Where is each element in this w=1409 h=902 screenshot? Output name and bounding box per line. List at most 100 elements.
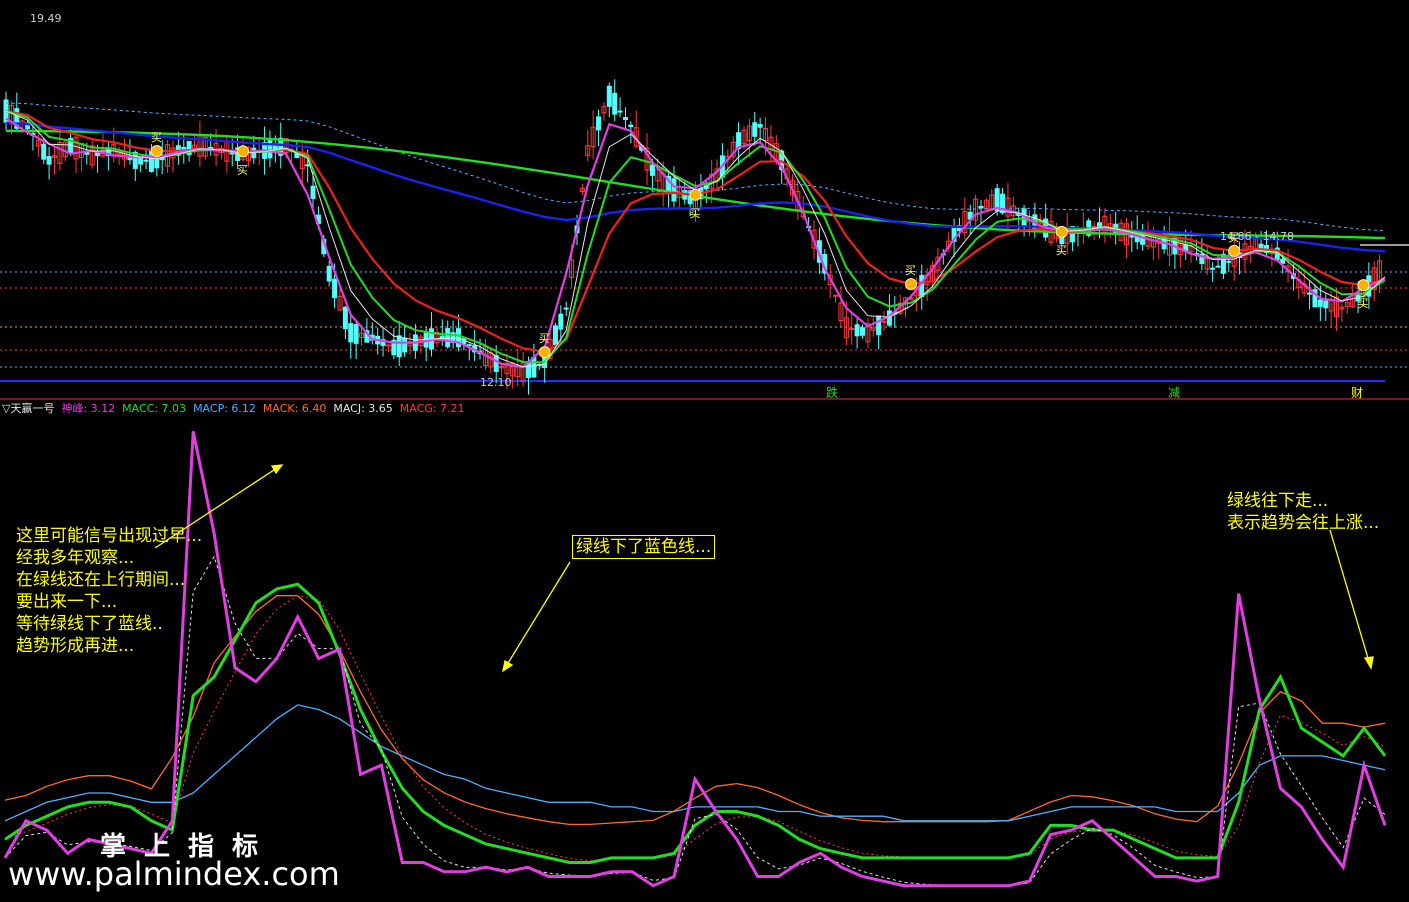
candle-body bbox=[1210, 267, 1216, 270]
candle-body bbox=[46, 156, 52, 165]
price-panel: 买买买买买买买买 跌减财 19.49 12.10 14.86 - 14.78 bbox=[0, 12, 1409, 400]
watermark-url: www.palmindex.com bbox=[8, 855, 340, 893]
indicator-legend: ▽天赢一号 神峰: 3.12 MACC: 7.03 MACP: 6.12 MACK: 6… bbox=[2, 401, 472, 417]
annotation-arrows bbox=[154, 464, 1374, 673]
event-labels: 跌减财 bbox=[826, 385, 1363, 400]
candle-body bbox=[612, 92, 618, 115]
legend-macj: MACJ: 3.65 bbox=[333, 402, 393, 415]
candle-body bbox=[342, 306, 348, 330]
candle-body bbox=[1226, 260, 1232, 263]
legend-macp: MACP: 6.12 bbox=[193, 402, 256, 415]
arrow-right bbox=[1329, 529, 1371, 666]
legend-macc: MACC: 7.03 bbox=[122, 402, 187, 415]
buy-label: 买 bbox=[237, 163, 248, 176]
buy-signal-dot bbox=[150, 145, 163, 158]
candle-body bbox=[617, 110, 623, 113]
buy-signal-dot bbox=[237, 145, 250, 158]
buy-signal-dot bbox=[1357, 279, 1370, 292]
buy-label: 买 bbox=[690, 207, 701, 220]
right-annotation: 绿线往下走... 表示趋势会往上涨... bbox=[1227, 490, 1379, 534]
candle-body bbox=[305, 164, 311, 167]
low-price-label: 12.10 bbox=[480, 376, 512, 389]
candle-body bbox=[649, 164, 655, 176]
candle-body bbox=[332, 278, 338, 299]
candle-body bbox=[622, 117, 628, 120]
macg-line bbox=[4, 594, 1386, 862]
candle-body bbox=[1215, 265, 1221, 268]
chart-canvas: 买买买买买买买买 跌减财 19.49 12.10 14.86 - 14.78 bbox=[0, 12, 1409, 888]
legend-title: ▽天赢一号 bbox=[2, 402, 55, 415]
candle-body bbox=[396, 335, 402, 358]
candle-body bbox=[757, 124, 763, 128]
candle-body bbox=[833, 294, 839, 297]
candle-body bbox=[385, 344, 391, 347]
left-note-line: 这里可能信号出现过早... bbox=[16, 526, 203, 546]
candle-body bbox=[143, 159, 149, 162]
candle-body bbox=[445, 328, 451, 348]
candle-body bbox=[881, 320, 887, 323]
candle-body bbox=[402, 337, 408, 353]
candle-body bbox=[1258, 243, 1264, 250]
range-label: 14.86 - 14.78 bbox=[1220, 230, 1294, 243]
candle-body bbox=[466, 344, 472, 347]
event-label: 减 bbox=[1168, 386, 1180, 400]
event-label: 跌 bbox=[826, 385, 838, 400]
price-grid bbox=[0, 244, 1409, 382]
candle-body bbox=[531, 356, 537, 378]
buy-label: 买 bbox=[1357, 297, 1368, 310]
candle-body bbox=[310, 185, 316, 199]
arrowhead-left bbox=[270, 464, 284, 475]
candle-body bbox=[558, 313, 564, 330]
shenfeng-line bbox=[3, 430, 1387, 888]
candle-body bbox=[628, 124, 634, 128]
right-note-line: 表示趋势会往上涨... bbox=[1227, 513, 1380, 533]
buy-signal-dot bbox=[1228, 244, 1241, 257]
buy-signal-dot bbox=[1055, 225, 1068, 238]
candle-body bbox=[41, 143, 47, 160]
mack-line bbox=[4, 595, 1386, 826]
buy-label: 买 bbox=[151, 131, 162, 144]
high-price-label: 19.49 bbox=[30, 12, 62, 25]
candle-body bbox=[552, 325, 558, 346]
legend-mack: MACK: 6.40 bbox=[262, 402, 327, 415]
buy-label: 买 bbox=[539, 332, 550, 345]
left-annotation: 这里可能信号出现过早... 经我多年观察... 在绿线还在上行期间... 要出来… bbox=[16, 525, 202, 657]
legend-macg: MACG: 7.21 bbox=[399, 402, 465, 415]
candle-body bbox=[1317, 299, 1323, 307]
macp-line bbox=[4, 704, 1386, 822]
candle-body bbox=[326, 265, 332, 282]
arrow-middle bbox=[504, 561, 571, 669]
candle-body bbox=[596, 116, 602, 131]
candle-body bbox=[353, 324, 359, 344]
right-note-line: 绿线往下走... bbox=[1227, 491, 1329, 511]
candle-body bbox=[348, 323, 354, 343]
candle-body bbox=[493, 355, 499, 372]
candle-body bbox=[854, 324, 860, 337]
legend-shenfeng: 神峰: 3.12 bbox=[61, 402, 116, 415]
left-note-line: 要出来一下... bbox=[16, 592, 118, 612]
candle-body bbox=[876, 315, 882, 336]
candle-body bbox=[563, 307, 569, 310]
indicator-panel bbox=[3, 430, 1387, 888]
buy-label: 买 bbox=[905, 264, 916, 277]
buy-signal-dot bbox=[904, 278, 917, 291]
buy-label: 买 bbox=[1056, 244, 1067, 257]
candle-body bbox=[752, 122, 758, 137]
buy-signal-dot bbox=[538, 346, 551, 359]
buy-signal-dot bbox=[689, 188, 702, 201]
left-note-line: 趋势形成再进... bbox=[16, 636, 135, 656]
macc-line bbox=[4, 582, 1387, 864]
candle-body bbox=[1307, 292, 1313, 295]
left-note-line: 经我多年观察... bbox=[16, 548, 135, 568]
candle-body bbox=[606, 85, 612, 107]
candle-body bbox=[978, 205, 984, 209]
candle-body bbox=[671, 178, 677, 202]
candle-body bbox=[859, 327, 865, 336]
event-label: 财 bbox=[1351, 386, 1363, 400]
candle-body bbox=[1323, 300, 1329, 309]
left-note-line: 在绿线还在上行期间... bbox=[16, 570, 186, 590]
arrowhead-right bbox=[1363, 656, 1374, 670]
left-note-line: 等待绿线下了蓝线.. bbox=[16, 614, 163, 634]
middle-annotation: 绿线下了蓝色线... bbox=[572, 535, 716, 559]
arrowhead-middle bbox=[502, 659, 514, 673]
